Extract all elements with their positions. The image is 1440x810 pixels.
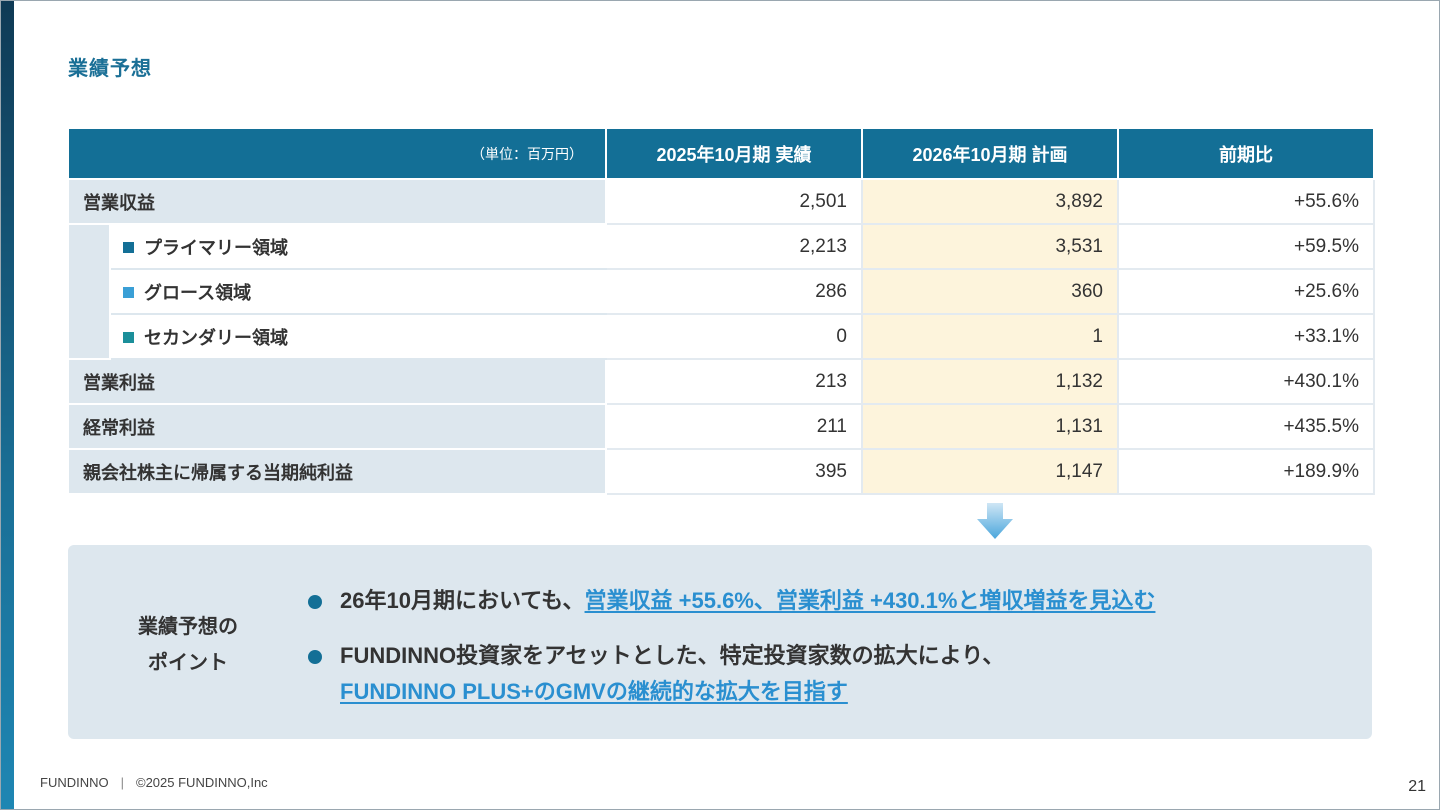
table-header-row: （単位：百万円） 2025年10月期 実績 2026年10月期 計画 前期比 (67, 127, 1375, 180)
row-label: グロース領域 (109, 268, 607, 315)
table-row-primary: プライマリー領域 2,213 3,531 +59.5% (67, 223, 1375, 360)
table-row-secondary: セカンダリー領域 0 1 +33.1% (68, 313, 1375, 360)
row-label: プライマリー領域 (109, 223, 607, 270)
footer-separator: | (120, 775, 124, 790)
actual-value: 2,501 (605, 178, 863, 225)
table-row-operating-profit: 営業利益 213 1,132 +430.1% (67, 358, 1375, 405)
bullet-item-2: FUNDINNO投資家をアセットとした、特定投資家数の拡大により、 FUNDIN… (308, 638, 1005, 710)
actual-value: 395 (605, 448, 863, 495)
yoy-value: +435.5% (1117, 403, 1375, 450)
yoy-value: +59.5% (1117, 223, 1375, 270)
row-label: 経常利益 (67, 403, 607, 450)
actual-value: 0 (605, 313, 863, 360)
unit-label: （単位：百万円） (67, 127, 607, 180)
square-marker-icon (123, 286, 134, 298)
column-header-plan: 2026年10月期 計画 (861, 127, 1119, 180)
bullet-1-text: 26年10月期においても、 (340, 588, 585, 613)
key-points-heading: 業績予想の ポイント (128, 609, 248, 681)
footer: FUNDINNO | ©2025 FUNDINNO,Inc (40, 775, 268, 790)
table-row-operating-revenue: 営業収益 2,501 3,892 +55.6% (67, 178, 1375, 225)
column-header-yoy: 前期比 (1117, 127, 1375, 180)
footer-brand: FUNDINNO (40, 775, 109, 790)
left-accent-bar (0, 0, 14, 810)
actual-value: 2,213 (605, 223, 863, 270)
actual-value: 213 (605, 358, 863, 405)
key-points-heading-line1: 業績予想の (138, 616, 238, 638)
table-row-ordinary-profit: 経常利益 211 1,131 +435.5% (67, 403, 1375, 450)
column-header-actual: 2025年10月期 実績 (605, 127, 863, 180)
row-label-text: グロース領域 (144, 282, 252, 303)
key-points-heading-line2: ポイント (148, 652, 228, 674)
bullet-2-highlight: FUNDINNO PLUS+のGMVの継続的な拡大を目指す (340, 679, 848, 704)
yoy-value: +189.9% (1117, 448, 1375, 495)
row-label-text: セカンダリー領域 (144, 327, 288, 348)
bullet-1-highlight: 営業収益 +55.6%、営業利益 +430.1%と増収増益を見込む (584, 588, 1156, 613)
actual-value: 211 (605, 403, 863, 450)
yoy-value: +25.6% (1117, 268, 1375, 315)
plan-value: 360 (861, 268, 1119, 315)
plan-value: 1,132 (861, 358, 1119, 405)
square-marker-icon (123, 331, 134, 343)
yoy-value: +33.1% (1117, 313, 1375, 360)
plan-value: 1,147 (861, 448, 1119, 495)
row-label: 親会社株主に帰属する当期純利益 (67, 448, 607, 495)
bullet-2-text: FUNDINNO投資家をアセットとした、特定投資家数の拡大により、 (340, 643, 1005, 668)
row-label: 営業収益 (67, 178, 607, 225)
square-marker-icon (123, 241, 134, 253)
row-label-text: プライマリー領域 (144, 237, 288, 258)
row-label: セカンダリー領域 (109, 313, 607, 360)
table-row-growth: グロース領域 286 360 +25.6% (68, 268, 1375, 315)
yoy-value: +430.1% (1117, 358, 1375, 405)
indent-spacer (67, 223, 111, 360)
bullet-item-1: 26年10月期においても、営業収益 +55.6%、営業利益 +430.1%と増収… (308, 583, 1156, 619)
plan-value: 1,131 (861, 403, 1119, 450)
actual-value: 286 (605, 268, 863, 315)
plan-value: 1 (861, 313, 1119, 360)
down-arrow-icon (977, 503, 1013, 539)
plan-value: 3,892 (861, 178, 1119, 225)
table-row-net-income: 親会社株主に帰属する当期純利益 395 1,147 +189.9% (67, 448, 1375, 495)
yoy-value: +55.6% (1117, 178, 1375, 225)
bullet-dot-icon (308, 595, 322, 609)
forecast-table: （単位：百万円） 2025年10月期 実績 2026年10月期 計画 前期比 営… (67, 127, 1375, 495)
key-points-box: 業績予想の ポイント 26年10月期においても、営業収益 +55.6%、営業利益… (68, 545, 1372, 739)
page-number: 21 (1408, 778, 1426, 795)
page-title: 業績予想 (68, 58, 152, 80)
bullet-dot-icon (308, 650, 322, 664)
plan-value: 3,531 (861, 223, 1119, 270)
footer-copyright: ©2025 FUNDINNO,Inc (136, 775, 268, 790)
row-label: 営業利益 (67, 358, 607, 405)
